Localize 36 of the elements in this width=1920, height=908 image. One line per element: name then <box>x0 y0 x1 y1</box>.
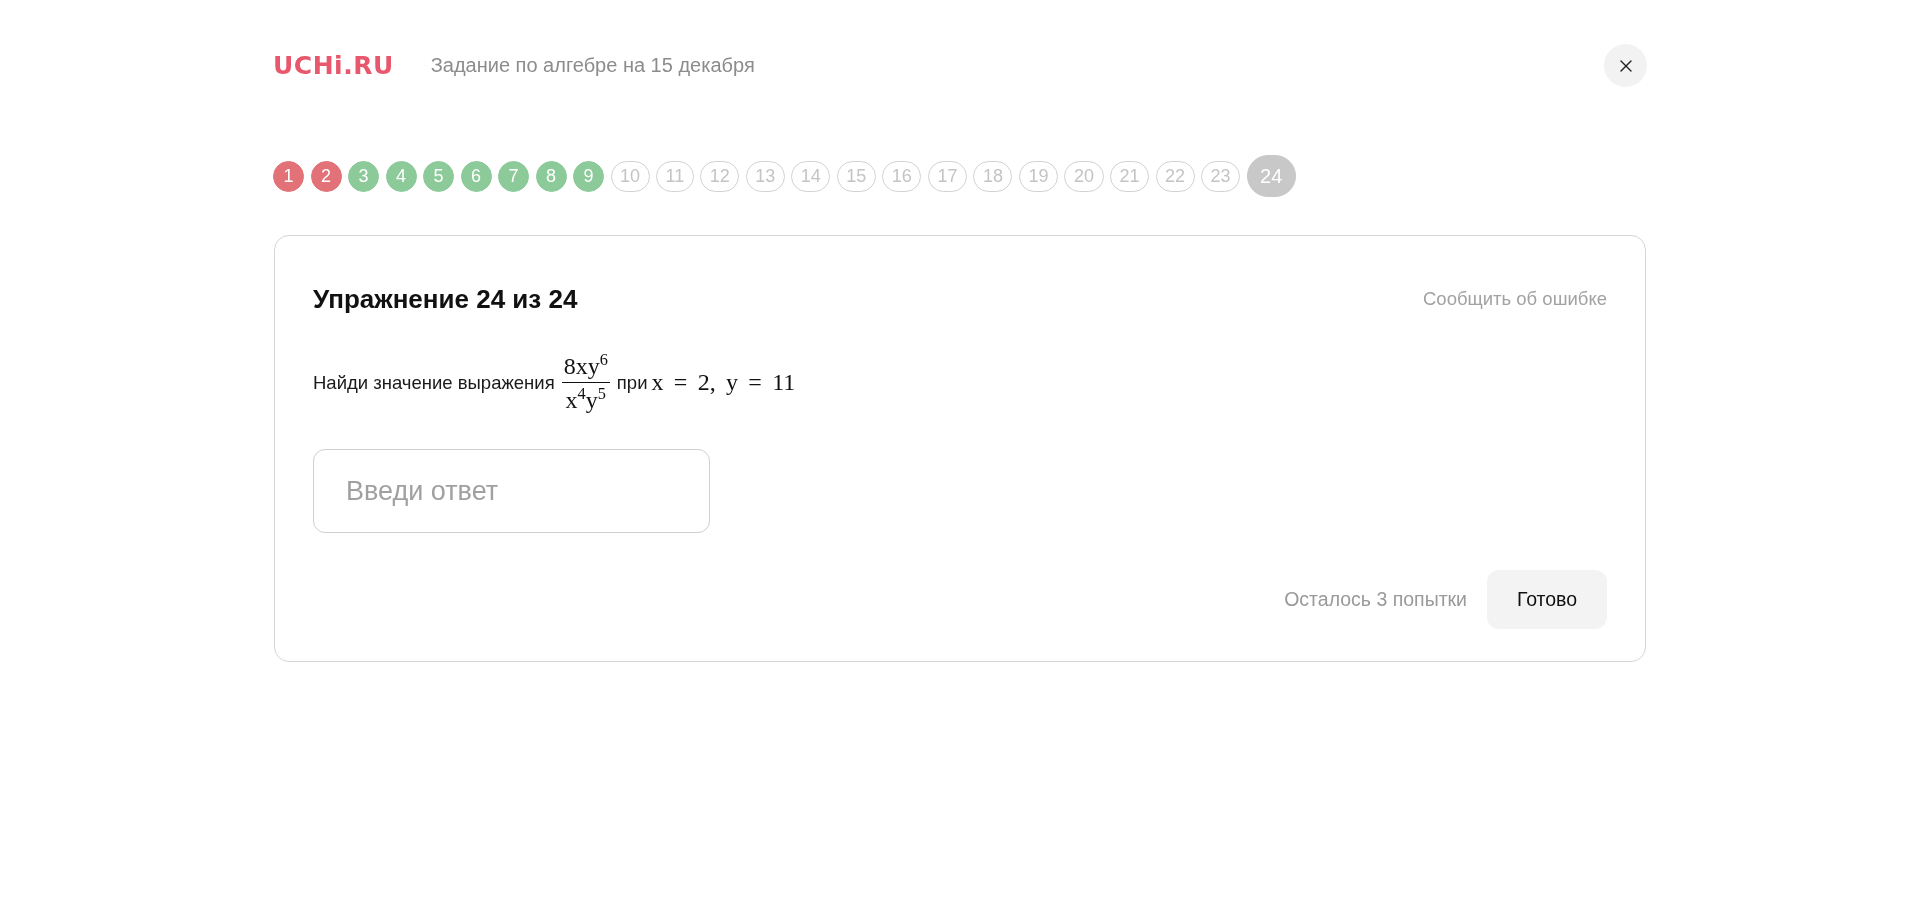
exercise-step-button[interactable]: 6 <box>460 160 492 192</box>
exercise-step-button[interactable]: 3 <box>348 160 379 192</box>
exercise-step-button[interactable]: 22 <box>1155 160 1195 192</box>
assignment-title: Задание по алгебре на 15 декабря <box>430 54 755 77</box>
exercise-step-button[interactable]: 9 <box>573 160 604 192</box>
exercise-step-button[interactable]: 4 <box>385 160 417 192</box>
question-joiner-text: при <box>616 371 648 394</box>
exercise-step-button[interactable]: 18 <box>973 160 1013 192</box>
exercise-step-button[interactable]: 20 <box>1064 160 1104 192</box>
exercise-step-button[interactable]: 10 <box>610 160 650 192</box>
close-button[interactable] <box>1604 44 1647 87</box>
exercise-step-button[interactable]: 21 <box>1110 160 1150 192</box>
site-logo[interactable]: UCHi.RU <box>273 53 394 78</box>
exercise-step-button[interactable]: 8 <box>535 160 567 192</box>
exercise-step-button[interactable]: 2 <box>310 160 342 192</box>
exercise-title: Упражнение 24 из 24 <box>313 283 578 316</box>
submit-button[interactable]: Готово <box>1487 570 1607 629</box>
exercise-step-button[interactable]: 14 <box>791 160 831 192</box>
exercise-step-button[interactable]: 17 <box>927 160 967 192</box>
exercise-step-button[interactable]: 11 <box>656 160 694 192</box>
math-condition: x = 2, y = 11 <box>651 369 796 396</box>
question-text: Найди значение выражения <box>313 371 555 394</box>
exercise-step-button[interactable]: 1 <box>273 160 304 192</box>
attempts-left-text: Осталось 3 попытки <box>1284 588 1467 611</box>
exercise-step-button[interactable]: 13 <box>745 160 785 192</box>
exercise-step-button[interactable]: 7 <box>498 160 529 192</box>
answer-field[interactable]: Введи ответ <box>313 449 710 533</box>
report-error-link[interactable]: Сообщить об ошибке <box>1423 288 1607 310</box>
exercise-step-button[interactable]: 12 <box>700 160 740 192</box>
exercise-step-button[interactable]: 15 <box>836 160 876 192</box>
fraction-denominator: x$^{4}$y$^{5}$ <box>564 383 607 415</box>
exercise-step-button[interactable]: 5 <box>423 160 454 192</box>
fraction-numerator: 8xy$^{6}$ <box>561 350 610 383</box>
exercise-step-button[interactable]: 19 <box>1018 160 1058 192</box>
exercise-step-button[interactable]: 23 <box>1201 160 1241 192</box>
exercise-step-button[interactable]: 16 <box>882 160 922 192</box>
